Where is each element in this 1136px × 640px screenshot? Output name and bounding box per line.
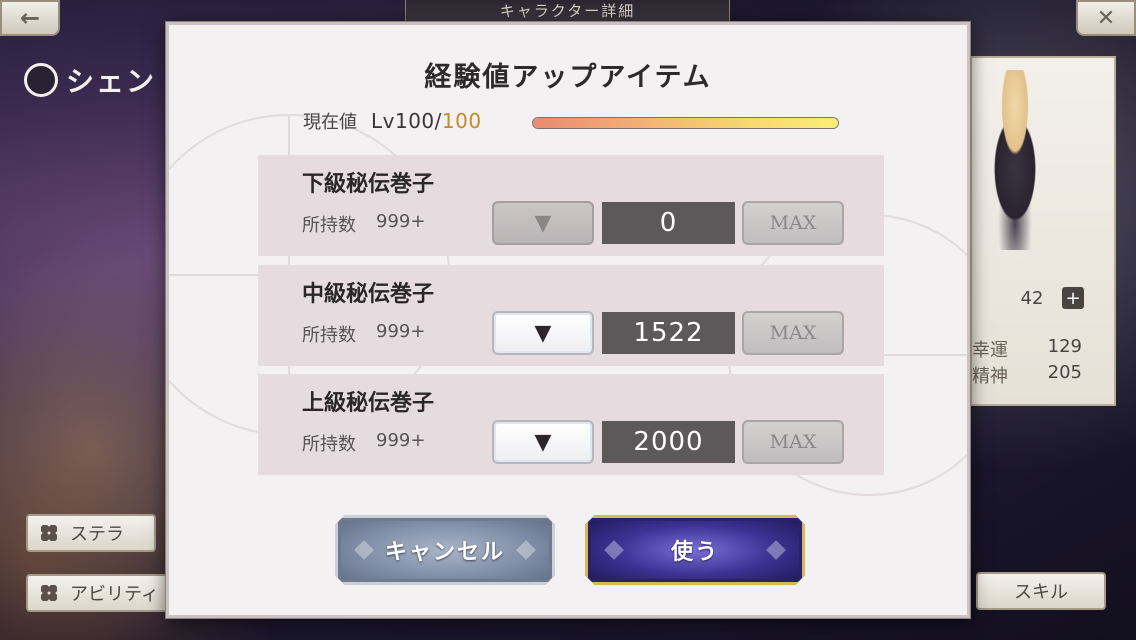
stat-value: 129 xyxy=(1047,336,1082,357)
cancel-button[interactable]: キャンセル xyxy=(335,515,555,585)
ability-label: アビリティ xyxy=(70,584,159,605)
item-name: 上級秘伝巻子 xyxy=(302,390,435,416)
item-row-low: 下級秘伝巻子 所持数 999+ ▼ 0 MAX xyxy=(258,155,884,256)
stat-row: 幸運 129 xyxy=(972,336,1082,361)
item-owned: 所持数 999+ xyxy=(302,211,425,237)
screen-title: キャラクター詳細 xyxy=(405,0,730,22)
ability-button[interactable]: アビリティ xyxy=(26,574,176,612)
skill-label: スキル xyxy=(1014,582,1068,603)
quantity-value: 2000 xyxy=(602,421,735,463)
back-button[interactable]: ← xyxy=(0,0,60,36)
down-triangle-icon: ▼ xyxy=(534,429,552,455)
character-name-text: シェン xyxy=(66,65,157,98)
level-text: Lv100/ xyxy=(371,109,442,133)
item-owned: 所持数 999+ xyxy=(302,430,425,456)
item-name: 中級秘伝巻子 xyxy=(302,281,435,307)
max-button[interactable]: MAX xyxy=(742,311,844,355)
owned-count: 999+ xyxy=(376,430,426,451)
owned-label: 所持数 xyxy=(302,215,356,236)
element-emblem-icon xyxy=(24,63,58,97)
stat-row: 精神 205 xyxy=(972,362,1082,387)
exp-progress-fill xyxy=(533,118,838,128)
item-row-mid: 中級秘伝巻子 所持数 999+ ▼ 1522 MAX xyxy=(258,265,884,366)
use-label: 使う xyxy=(670,539,719,565)
owned-count: 999+ xyxy=(376,321,426,342)
exp-item-dialog: 経験値アップアイテム 現在値 Lv100/100 下級秘伝巻子 所持数 999+… xyxy=(166,22,970,618)
quantity-value: 0 xyxy=(602,202,735,244)
down-triangle-icon: ▼ xyxy=(534,210,552,236)
stat-label: 幸運 xyxy=(972,340,1008,361)
diamond-ornament-icon xyxy=(354,540,374,560)
decrement-button[interactable]: ▼ xyxy=(492,420,594,464)
current-level-value: Lv100/100 xyxy=(371,109,482,133)
current-level-line: 現在値 Lv100/100 xyxy=(303,107,482,135)
owned-count: 999+ xyxy=(376,211,426,232)
current-level-label: 現在値 xyxy=(303,112,357,133)
down-triangle-icon: ▼ xyxy=(534,320,552,346)
level-max: 100 xyxy=(441,109,482,133)
skill-button[interactable]: スキル xyxy=(976,572,1106,610)
item-owned: 所持数 999+ xyxy=(302,321,425,347)
level-number: 42 xyxy=(1020,287,1044,309)
owned-label: 所持数 xyxy=(302,325,356,346)
back-arrow-icon: ← xyxy=(19,4,41,32)
max-button[interactable]: MAX xyxy=(742,201,844,245)
character-name: シェン xyxy=(24,60,174,100)
owned-label: 所持数 xyxy=(302,434,356,455)
use-button[interactable]: 使う xyxy=(585,515,805,585)
cancel-label: キャンセル xyxy=(384,539,505,565)
plus-icon[interactable]: + xyxy=(1062,287,1084,309)
ability-icon xyxy=(38,582,60,604)
stella-button[interactable]: ステラ xyxy=(26,514,156,552)
close-icon: ✕ xyxy=(1096,5,1116,31)
exp-progress-bar xyxy=(532,117,839,129)
decrement-button[interactable]: ▼ xyxy=(492,311,594,355)
stat-label: 精神 xyxy=(972,366,1008,387)
max-button[interactable]: MAX xyxy=(742,420,844,464)
quantity-value: 1522 xyxy=(602,312,735,354)
diamond-ornament-icon xyxy=(516,540,536,560)
stella-icon xyxy=(38,522,60,544)
diamond-ornament-icon xyxy=(604,540,624,560)
item-row-high: 上級秘伝巻子 所持数 999+ ▼ 2000 MAX xyxy=(258,374,884,475)
stella-label: ステラ xyxy=(70,524,124,545)
item-name: 下級秘伝巻子 xyxy=(302,171,435,197)
decrement-button[interactable]: ▼ xyxy=(492,201,594,245)
stat-value: 205 xyxy=(1047,362,1082,383)
diamond-ornament-icon xyxy=(766,540,786,560)
dialog-title: 経験値アップアイテム xyxy=(424,62,712,93)
level-plus-row: 42 + xyxy=(972,284,1084,312)
character-portrait xyxy=(975,70,1055,250)
close-button[interactable]: ✕ xyxy=(1076,0,1136,36)
